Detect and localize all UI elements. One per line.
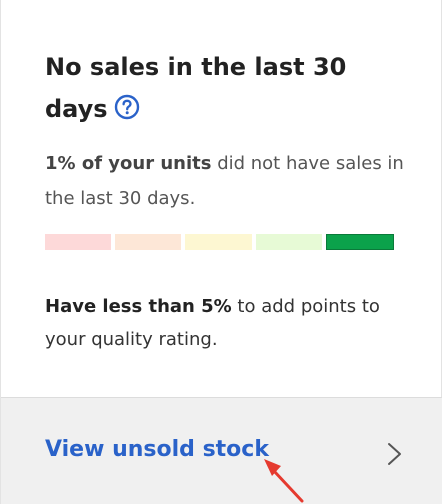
meter-segment-1 [45,234,112,250]
quality-advice: Have less than 5% to add points to your … [45,290,415,356]
chevron-right-icon[interactable] [386,441,404,467]
meter-segment-4 [255,234,322,250]
card-title-text: No sales in the last 30 days [45,53,347,123]
metric-card: No sales in the last 30 days 1% of your … [0,0,442,504]
question-circle-icon[interactable] [114,94,140,120]
view-unsold-stock-link[interactable]: View unsold stock [45,435,269,465]
meter-segment-5-active [325,234,395,250]
units-description: 1% of your units did not have sales in t… [45,146,405,216]
units-percentage: 1% of your units [45,153,212,174]
card-title: No sales in the last 30 days [45,46,375,130]
card-footer[interactable]: View unsold stock [1,397,442,504]
advice-threshold: Have less than 5% [45,296,232,317]
meter-segment-2 [115,234,182,250]
meter-segment-3 [185,234,252,250]
quality-meter [45,234,395,250]
red-arrow-cursor-icon [264,459,304,503]
